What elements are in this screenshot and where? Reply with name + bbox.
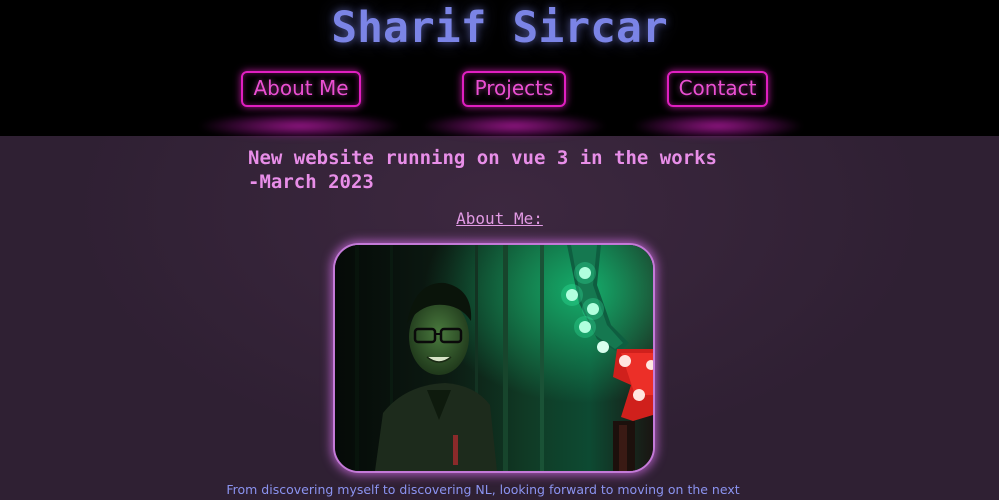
nav-glow-contact	[634, 113, 802, 139]
nav-about-me-button[interactable]: About Me	[241, 71, 361, 107]
news-line-2: -March 2023	[248, 171, 374, 193]
news-line-1: New website running on vue 3 in the work…	[248, 147, 717, 169]
about-me-link[interactable]: About Me:	[456, 209, 543, 228]
nav-glow-projects	[423, 113, 605, 139]
profile-photo	[333, 243, 655, 473]
nav-glow-about	[200, 113, 400, 139]
news-announcement: New website running on vue 3 in the work…	[248, 146, 768, 194]
nav-contact-button[interactable]: Contact	[667, 71, 768, 107]
site-title: Sharif Sircar	[331, 3, 668, 53]
bio-text: From discovering myself to discovering N…	[226, 482, 740, 497]
nav-projects-button[interactable]: Projects	[462, 71, 566, 107]
about-me-heading: About Me:	[0, 208, 999, 230]
site-header: Sharif Sircar About Me Projects Contact	[0, 0, 999, 139]
profile-photo-image	[335, 245, 653, 471]
